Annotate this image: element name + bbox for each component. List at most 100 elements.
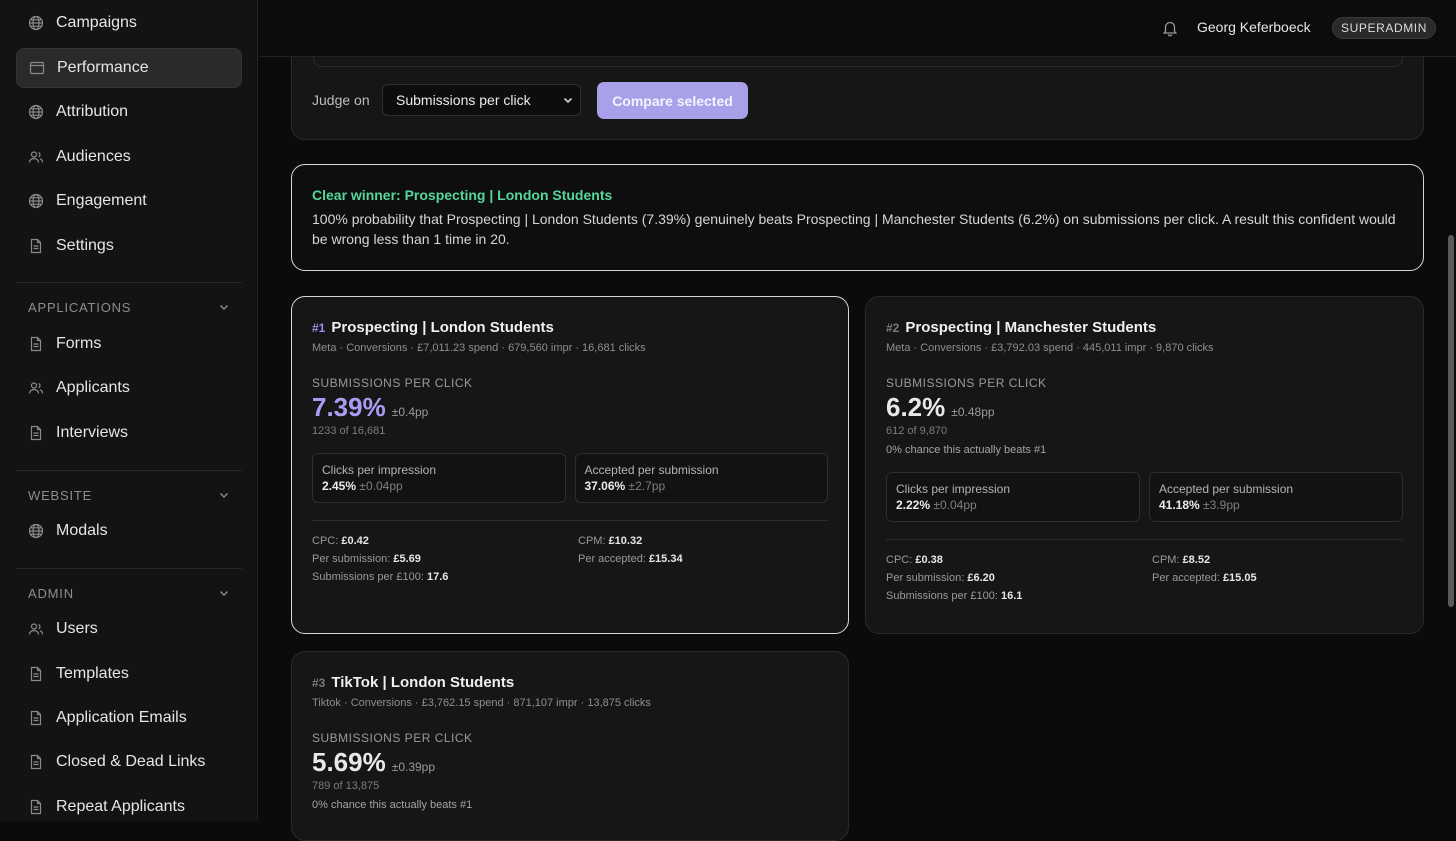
file-icon <box>28 754 44 770</box>
bell-icon[interactable] <box>1161 19 1179 37</box>
stat-value: £0.38 <box>915 554 943 566</box>
metric-value: 5.69% <box>312 747 386 777</box>
sidebar-item-forms[interactable]: Forms <box>16 324 242 364</box>
sidebar-item-label: Campaigns <box>56 14 137 31</box>
sub-metric-margin: ±2.7pp <box>628 479 666 493</box>
sub-metric-value: 37.06% ±2.7pp <box>585 479 819 493</box>
sidebar-item-performance[interactable]: Performance <box>16 48 242 88</box>
campaign-name: Prospecting | Manchester Students <box>905 319 1157 336</box>
stat-submissions-per-100: Submissions per £100: 17.6 <box>312 571 578 583</box>
campaign-meta: Meta · Conversions · £7,011.23 spend · 6… <box>312 342 646 354</box>
sub-metric-margin: ±0.04pp <box>933 498 977 512</box>
metric-row: 5.69% ±0.39pp <box>312 747 828 778</box>
sidebar: Campaigns Performance Attribution Audien… <box>0 0 258 821</box>
metric-count: 1233 of 16,681 <box>312 425 386 437</box>
sidebar-item-label: Applicants <box>56 379 130 396</box>
sidebar-item-templates[interactable]: Templates <box>16 654 242 694</box>
users-icon <box>28 380 44 396</box>
globe-icon <box>28 15 44 31</box>
chevron-down-icon <box>563 97 573 104</box>
sub-metric-label: Accepted per submission <box>584 463 719 477</box>
sidebar-item-repeat-applicants[interactable]: Repeat Applicants <box>16 787 242 821</box>
stat-value: £15.05 <box>1222 572 1257 584</box>
rank-badge: #3 <box>312 676 326 690</box>
stat-label: CPM: <box>578 535 606 547</box>
sidebar-item-label: Repeat Applicants <box>56 798 185 815</box>
user-name[interactable]: Georg Keferboeck <box>1197 19 1311 35</box>
stat-label: Per submission: <box>312 553 391 565</box>
stat-per-submission: Per submission: £6.20 <box>886 572 1152 584</box>
section-heading: WEBSITE <box>28 487 93 503</box>
users-icon <box>28 149 44 165</box>
sub-metric-margin: ±0.04pp <box>359 479 403 493</box>
users-icon <box>28 621 44 637</box>
cost-stats: CPC: £0.38 CPM: £8.52 Per submission: £6… <box>886 554 1403 602</box>
sub-metric-margin: ±3.9pp <box>1203 498 1240 512</box>
window-icon <box>29 60 45 76</box>
rank-badge: #2 <box>886 321 900 335</box>
section-website[interactable]: WEBSITE <box>28 485 230 505</box>
file-icon <box>28 425 44 441</box>
scrollbar-thumb[interactable] <box>1448 235 1454 607</box>
stat-value: £10.32 <box>608 535 643 547</box>
sidebar-item-audiences[interactable]: Audiences <box>16 137 242 177</box>
sidebar-item-closed-dead-links[interactable]: Closed & Dead Links <box>16 742 242 782</box>
metric-row: 6.2% ±0.48pp <box>886 392 1403 423</box>
stat-per-accepted: Per accepted: £15.05 <box>1152 572 1403 584</box>
stat-value: £5.69 <box>393 553 421 565</box>
file-icon <box>28 666 44 682</box>
card-title: #2 Prospecting | Manchester Students <box>886 319 1403 336</box>
sub-metric-number: 37.06% <box>584 479 626 493</box>
sidebar-item-attribution[interactable]: Attribution <box>16 92 242 132</box>
campaign-card[interactable]: #3 TikTok | London Students Tiktok · Con… <box>291 651 849 841</box>
compare-selected-button[interactable]: Compare selected <box>597 82 748 119</box>
sidebar-item-label: Engagement <box>56 192 147 209</box>
sidebar-item-application-emails[interactable]: Application Emails <box>16 698 242 738</box>
sub-metrics: Clicks per impression 2.45% ±0.04pp Acce… <box>312 453 828 503</box>
stat-per-submission: Per submission: £5.69 <box>312 553 578 565</box>
stat-per-accepted: Per accepted: £15.34 <box>578 553 828 565</box>
sidebar-divider <box>16 282 242 283</box>
sidebar-item-modals[interactable]: Modals <box>16 511 242 551</box>
campaign-card[interactable]: #2 Prospecting | Manchester Students Met… <box>865 296 1424 634</box>
stat-cpc: CPC: £0.38 <box>886 554 1152 566</box>
stat-label: CPC: <box>886 554 913 566</box>
metric-value: 6.2% <box>886 392 946 422</box>
sidebar-item-label: Modals <box>56 522 108 539</box>
sidebar-item-campaigns[interactable]: Campaigns <box>16 3 242 43</box>
section-admin[interactable]: ADMIN <box>28 583 230 603</box>
section-heading: APPLICATIONS <box>28 299 132 315</box>
globe-icon <box>28 104 44 120</box>
stat-value: £6.20 <box>967 572 995 584</box>
sub-metric-value: 41.18% ±3.9pp <box>1159 498 1393 512</box>
metric-margin: ±0.48pp <box>951 405 995 419</box>
sidebar-item-settings[interactable]: Settings <box>16 226 242 266</box>
sidebar-item-label: Settings <box>56 237 114 254</box>
judge-on-select[interactable]: Submissions per click <box>382 84 581 116</box>
sub-metric-value: 2.22% ±0.04pp <box>896 498 1130 512</box>
winner-text: 100% probability that Prospecting | Lond… <box>312 211 1396 247</box>
sidebar-item-engagement[interactable]: Engagement <box>16 181 242 221</box>
sidebar-item-users[interactable]: Users <box>16 609 242 649</box>
clicks-per-impression-box: Clicks per impression 2.45% ±0.04pp <box>312 453 566 503</box>
metric-row: 7.39% ±0.4pp <box>312 392 828 423</box>
metric-count: 612 of 9,870 <box>886 425 948 437</box>
sidebar-divider <box>16 470 242 471</box>
rank-badge: #1 <box>312 321 326 335</box>
sidebar-item-applicants[interactable]: Applicants <box>16 368 242 408</box>
campaign-name: Prospecting | London Students <box>331 319 554 336</box>
stat-value: £0.42 <box>341 535 369 547</box>
stat-value: 16.1 <box>1000 590 1023 602</box>
campaign-card[interactable]: #1 Prospecting | London Students Meta · … <box>291 296 849 634</box>
clicks-per-impression-box: Clicks per impression 2.22% ±0.04pp <box>886 472 1140 522</box>
file-icon <box>28 710 44 726</box>
sidebar-item-label: Templates <box>56 665 129 682</box>
sub-metric-label: Clicks per impression <box>896 482 1011 496</box>
sub-metrics: Clicks per impression 2.22% ±0.04pp Acce… <box>886 472 1403 522</box>
stat-value: 17.6 <box>426 571 449 583</box>
section-applications[interactable]: APPLICATIONS <box>28 297 230 317</box>
stat-cpm: CPM: £8.52 <box>1152 554 1403 566</box>
winner-summary: Clear winner: Prospecting | London Stude… <box>291 164 1424 271</box>
globe-icon <box>28 523 44 539</box>
sidebar-item-interviews[interactable]: Interviews <box>16 413 242 453</box>
